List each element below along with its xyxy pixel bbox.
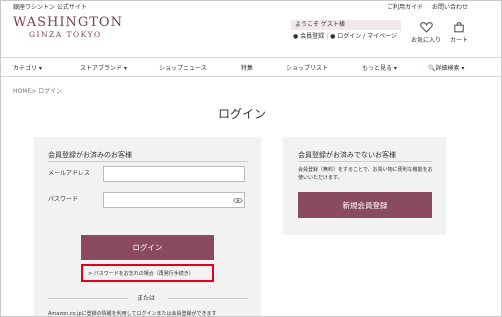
register-button[interactable]: 新規会員登録 — [298, 192, 432, 218]
login-icon: ● — [330, 33, 336, 40]
nav-advanced-search-label: 詳細検索 ▾ — [435, 65, 465, 72]
mypage-link[interactable]: マイページ — [367, 33, 397, 40]
guide-link[interactable]: ご利用ガイド — [387, 4, 423, 12]
logo-subtitle: GINZA TOKYO — [29, 30, 102, 39]
site-logo[interactable]: WASHINGTON GINZA TOKYO — [13, 15, 123, 39]
forgot-password-highlight: > パスワードをお忘れの場合（再発行手続き） — [81, 264, 214, 282]
or-divider-right — [168, 298, 248, 299]
or-divider-left — [48, 298, 128, 299]
register-link[interactable]: 会員登録 — [300, 33, 324, 40]
site-tagline: 銀座ワシントン 公式サイト — [13, 4, 87, 11]
welcome-greeting: ようこそ ゲスト様 — [295, 21, 345, 28]
heart-icon — [419, 22, 433, 33]
main-nav: カテゴリ ▾ ストアブランド ▾ ショップニュース 特集 ショップリスト もっと… — [1, 57, 501, 77]
cart-label: カート — [449, 37, 468, 44]
new-member-card-title: 会員登録がお済みでないお客様 — [298, 151, 396, 159]
browser-frame: 銀座ワシントン 公式サイト ご利用ガイド お問い合わせ WASHINGTON G… — [0, 0, 502, 317]
login-link[interactable]: ログイン — [337, 33, 361, 40]
bag-icon — [454, 22, 464, 33]
welcome-bar: ようこそ ゲスト様 — [291, 20, 401, 30]
register-icon: ● — [293, 33, 299, 40]
nav-category[interactable]: カテゴリ ▾ — [13, 63, 42, 72]
contact-link[interactable]: お問い合わせ — [432, 4, 468, 12]
nav-shop-list[interactable]: ショップリスト — [286, 63, 328, 72]
favorites-button[interactable]: お気に入り — [410, 18, 442, 45]
nav-more[interactable]: もっと見る ▾ — [362, 63, 397, 72]
password-field[interactable] — [103, 192, 245, 208]
nav-store-brand[interactable]: ストアブランド ▾ — [80, 63, 127, 72]
forgot-password-link[interactable]: > パスワードをお忘れの場合（再発行手続き） — [88, 270, 194, 277]
card-divider — [298, 161, 432, 162]
breadcrumb: HOME> ログイン — [13, 88, 63, 95]
password-label: パスワード — [48, 196, 79, 203]
nav-shop-news[interactable]: ショップニュース — [159, 63, 207, 72]
email-label: メールアドレス — [48, 170, 91, 177]
cart-button[interactable]: カート — [447, 18, 471, 45]
nav-advanced-search[interactable]: 🔍詳細検索 ▾ — [428, 63, 464, 72]
new-member-description: 会員登録（無料）をすることで、お買い物に便利な機能をお使いいただけます。 — [298, 167, 433, 181]
member-card-title: 会員登録がお済みのお客様 — [48, 151, 132, 159]
page-title: ログイン — [218, 107, 267, 121]
email-field[interactable] — [103, 166, 245, 182]
login-button[interactable]: ログイン — [81, 235, 214, 260]
logo-wordmark: WASHINGTON — [13, 15, 123, 30]
member-login-card: 会員登録がお済みのお客様 メールアドレス パスワード ログイン > パスワードを… — [34, 137, 261, 317]
favorites-label: お気に入り — [410, 37, 441, 44]
or-label: または — [137, 295, 156, 302]
card-divider — [48, 161, 248, 162]
account-links: ● 会員登録 | ● ログイン / マイページ — [293, 33, 398, 40]
amazon-login-text: Amazon.co.jpに登録の情報を利用してログインまたは会員登録ができます — [48, 311, 217, 317]
new-member-card: 会員登録がお済みでないお客様 会員登録（無料）をすることで、お買い物に便利な機能… — [283, 137, 446, 235]
eye-icon[interactable] — [233, 197, 243, 204]
link-separator: | — [326, 33, 329, 40]
nav-features[interactable]: 特集 — [241, 63, 253, 72]
